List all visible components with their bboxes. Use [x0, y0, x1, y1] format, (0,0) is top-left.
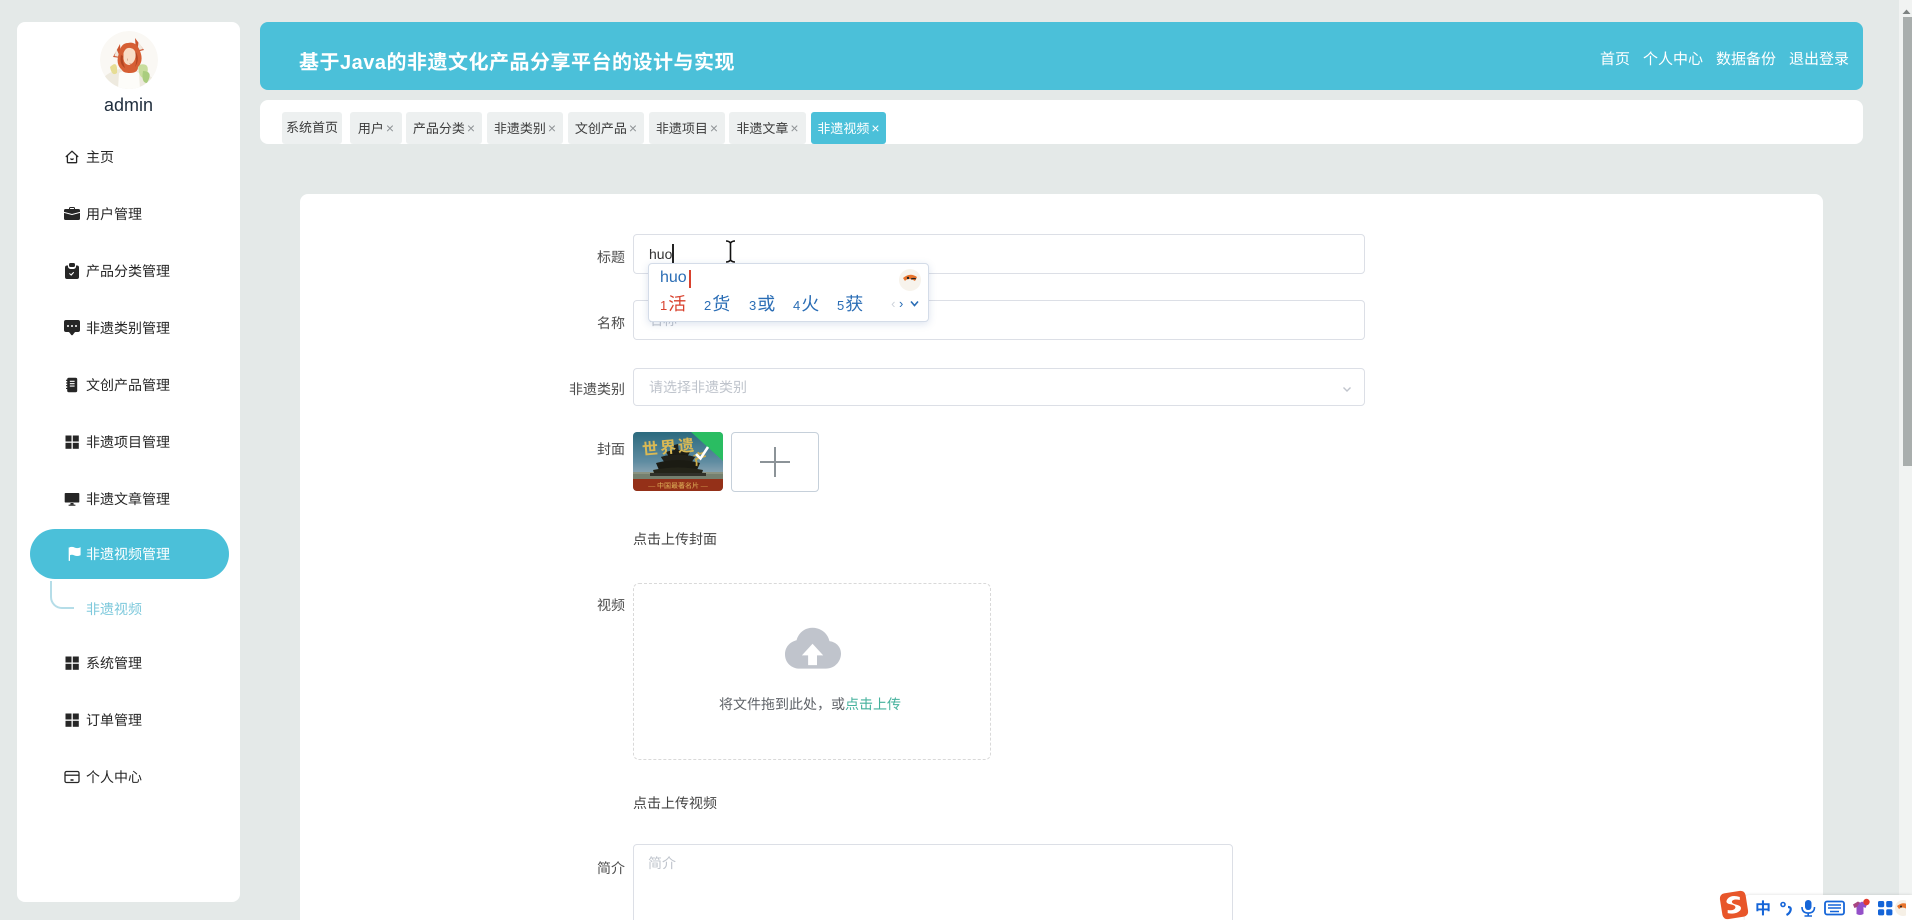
svg-text:— 中国最著名片 —: — 中国最著名片 — [647, 481, 708, 491]
svg-text:中: 中 [1756, 898, 1771, 918]
svg-text:世界遗: 世界遗 [641, 432, 697, 460]
